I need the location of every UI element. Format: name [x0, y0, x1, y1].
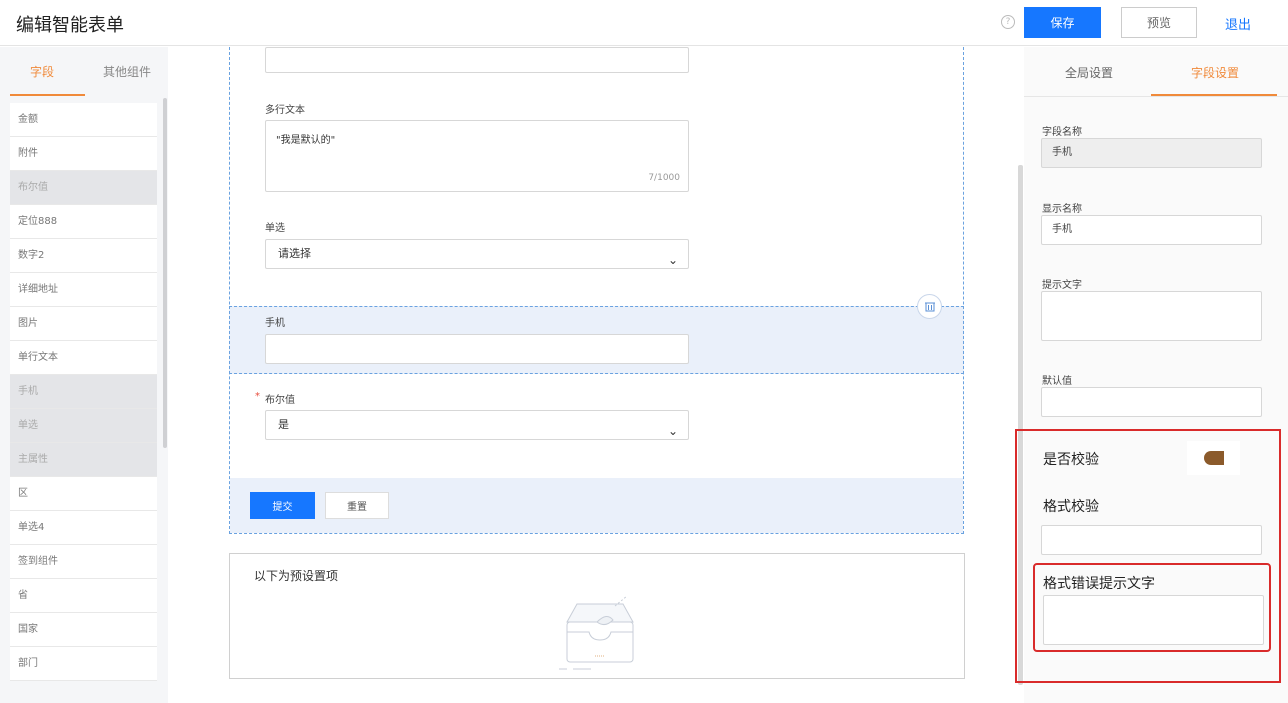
format-input[interactable]: [1041, 525, 1262, 555]
field-list: 金额 附件 布尔值 定位888 数字2 详细地址 图片 单行文本 手机 单选 主属性区单选4 签到组件…: [10, 103, 157, 681]
field-item: 手机: [10, 375, 157, 409]
field-name-label: 字段名称: [1042, 127, 1082, 138]
field-item[interactable]: 数字2: [10, 239, 157, 273]
exit-link[interactable]: 退出: [1225, 14, 1251, 33]
field-item[interactable]: 区: [10, 477, 157, 511]
field-item[interactable]: 详细地址: [10, 273, 157, 307]
preset-title: 以下为预设置项: [254, 569, 339, 583]
tab-global-settings[interactable]: 全局设置: [1065, 64, 1113, 81]
field-item[interactable]: 单选4: [10, 511, 157, 545]
multiline-label: 多行文本: [265, 105, 305, 116]
validate-toggle[interactable]: [1204, 451, 1224, 465]
active-tab-indicator: [10, 94, 85, 96]
single-select-value: 请选择: [278, 247, 311, 260]
field-item: 主属性: [10, 443, 157, 477]
mobile-label: 手机: [265, 318, 285, 329]
field-item: 布尔值: [10, 171, 157, 205]
trash-icon[interactable]: [917, 294, 942, 319]
preview-button[interactable]: 预览: [1121, 7, 1197, 38]
single-select-label: 单选: [265, 223, 285, 234]
field-item[interactable]: 部门: [10, 647, 157, 681]
default-input[interactable]: [1041, 387, 1262, 417]
single-select-dropdown[interactable]: 请选择 ⌄: [265, 239, 689, 269]
field-palette: 字段 其他组件 金额 附件 布尔值 定位888 数字2 详细地址 图片 单行文本 手机 单选 主属性…: [0, 47, 168, 703]
display-name-input[interactable]: 手机: [1041, 215, 1262, 245]
format-label: 格式校验: [1043, 499, 1099, 515]
field-item[interactable]: 国家: [10, 613, 157, 647]
validate-label: 是否校验: [1043, 452, 1099, 468]
left-scrollbar[interactable]: [163, 98, 167, 448]
page-title: 编辑智能表单: [16, 15, 124, 36]
bool-select-value: 是: [278, 418, 289, 431]
tab-fields[interactable]: 字段: [30, 63, 54, 80]
hint-label: 提示文字: [1042, 280, 1082, 291]
multiline-textarea[interactable]: "我是默认的" 7/1000: [265, 120, 689, 192]
tab-other-components[interactable]: 其他组件: [103, 63, 151, 80]
format-error-label: 格式错误提示文字: [1043, 576, 1155, 592]
bool-select-dropdown[interactable]: 是 ⌄: [265, 410, 689, 440]
bool-label: 布尔值: [265, 395, 295, 406]
field-item[interactable]: 签到组件: [10, 545, 157, 579]
hint-textarea[interactable]: [1041, 291, 1262, 341]
chevron-down-icon: ⌄: [667, 253, 678, 267]
field-name-input: 手机: [1041, 138, 1262, 168]
save-button[interactable]: 保存: [1024, 7, 1101, 38]
divider: [1024, 96, 1288, 97]
reset-button[interactable]: 重置: [325, 492, 389, 519]
field-item[interactable]: 金额: [10, 103, 157, 137]
field-item[interactable]: 单行文本: [10, 341, 157, 375]
mobile-input[interactable]: [265, 334, 689, 364]
display-name-label: 显示名称: [1042, 204, 1082, 215]
help-icon[interactable]: ?: [1001, 15, 1015, 29]
required-mark: *: [255, 391, 260, 402]
chevron-down-icon: ⌄: [667, 424, 678, 438]
field-item: 单选: [10, 409, 157, 443]
field-item[interactable]: 定位888: [10, 205, 157, 239]
field-item[interactable]: 附件: [10, 137, 157, 171]
top-header: 编辑智能表单 ? 保存 预览 退出: [0, 0, 1288, 46]
submit-button[interactable]: 提交: [250, 492, 315, 519]
format-error-textarea[interactable]: [1043, 595, 1264, 645]
tab-field-settings[interactable]: 字段设置: [1191, 64, 1239, 81]
top-text-input[interactable]: [265, 47, 689, 73]
default-label: 默认值: [1042, 376, 1072, 387]
empty-inbox-icon: [555, 592, 645, 674]
field-item[interactable]: 省: [10, 579, 157, 613]
field-item[interactable]: 图片: [10, 307, 157, 341]
char-counter: 7/1000: [648, 173, 680, 183]
multiline-value: "我是默认的": [276, 135, 336, 146]
